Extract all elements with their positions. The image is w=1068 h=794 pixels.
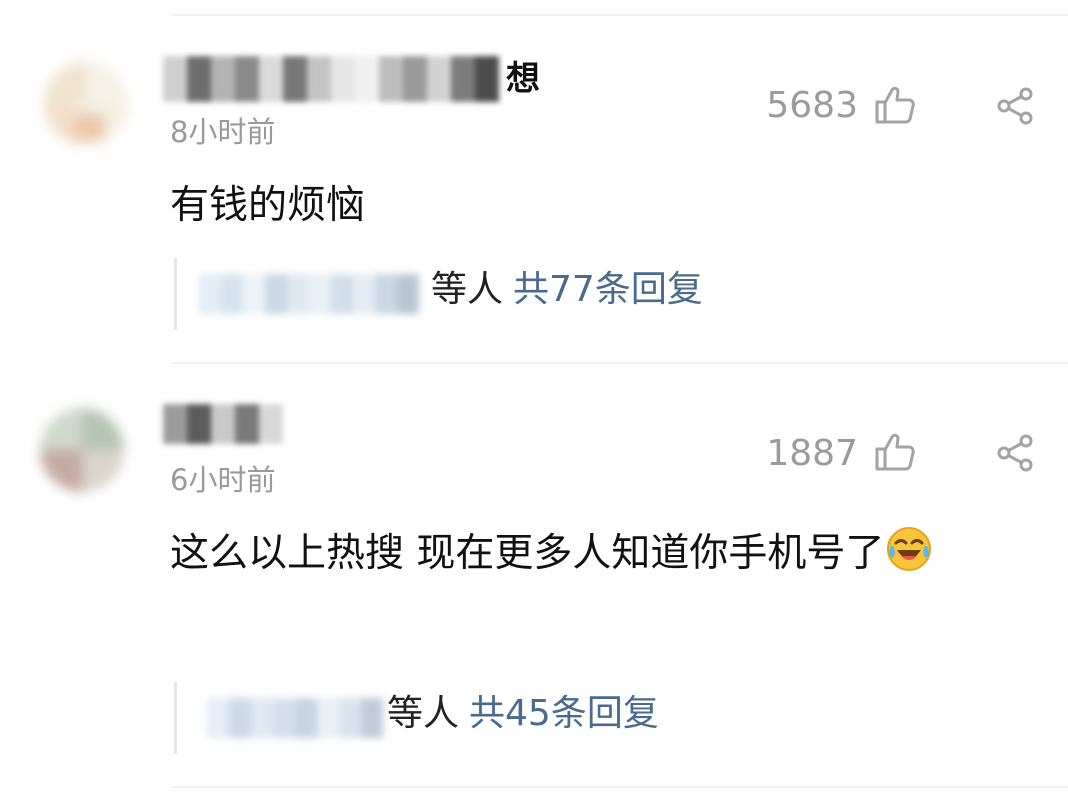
- share-icon[interactable]: [996, 86, 1036, 126]
- reply-users-pixelated: [199, 274, 419, 314]
- thumbs-up-icon[interactable]: [874, 86, 916, 126]
- laughing-tears-icon: [886, 526, 932, 572]
- reply-count-link[interactable]: 共77条回复: [513, 269, 703, 310]
- reply-who: 等人: [387, 693, 460, 734]
- like-count: 1887: [766, 433, 858, 474]
- reply-who: 等人: [431, 269, 504, 310]
- username-tail: 想: [506, 59, 540, 99]
- comment-text: 有钱的烦恼: [170, 174, 1030, 238]
- thumbs-up-icon[interactable]: [874, 433, 916, 473]
- comment-text: 这么以上热搜 现在更多人知道你手机号了: [170, 522, 1010, 586]
- reply-summary[interactable]: 等人 共45条回复: [174, 682, 737, 754]
- comment-text-content: 这么以上热搜 现在更多人知道你手机号了: [170, 531, 885, 576]
- username-pixelated[interactable]: [163, 404, 283, 444]
- top-divider: [172, 14, 1068, 16]
- comment-time: 8小时前: [170, 115, 276, 149]
- reply-count-link[interactable]: 共45条回复: [469, 693, 659, 734]
- reply-text: 等人 共77条回复: [431, 272, 703, 308]
- reply-text: 等人 共45条回复: [387, 696, 659, 732]
- share-icon[interactable]: [996, 433, 1036, 473]
- reply-users-pixelated: [207, 698, 383, 738]
- reply-summary[interactable]: 等人 共77条回复: [174, 258, 777, 330]
- username-pixelated[interactable]: [163, 56, 499, 102]
- comment-time: 6小时前: [170, 463, 276, 497]
- avatar[interactable]: [40, 408, 124, 492]
- like-count: 5683: [766, 85, 858, 126]
- bottom-divider: [172, 786, 1068, 788]
- comment-text-content: 有钱的烦恼: [170, 183, 366, 228]
- comment-divider: [172, 362, 1068, 364]
- avatar[interactable]: [44, 62, 128, 146]
